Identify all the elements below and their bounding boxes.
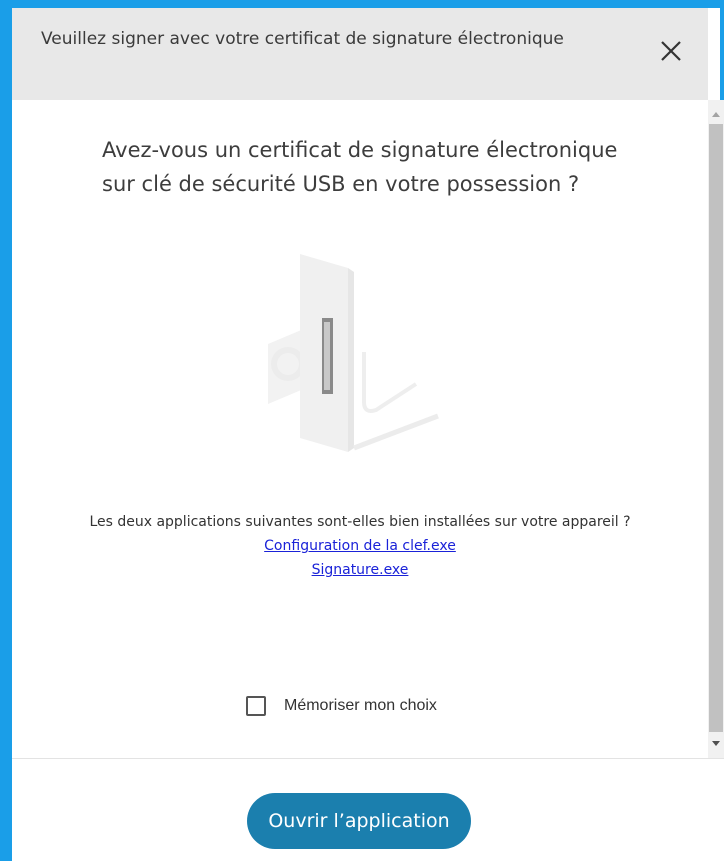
scroll-down-arrow-icon[interactable] xyxy=(712,741,720,746)
open-application-button[interactable]: Ouvrir l’application xyxy=(247,793,471,849)
apps-question: Les deux applications suivantes sont-ell… xyxy=(89,514,631,530)
usb-security-key-icon xyxy=(268,254,439,452)
remember-checkbox[interactable] xyxy=(246,696,266,716)
apps-section: Les deux applications suivantes sont-ell… xyxy=(32,510,688,582)
dialog-header: Veuillez signer avec votre certificat de… xyxy=(12,8,708,100)
vertical-scrollbar[interactable] xyxy=(708,100,724,758)
close-button[interactable] xyxy=(654,34,688,68)
scroll-thumb[interactable] xyxy=(709,124,723,732)
scroll-up-arrow-icon[interactable] xyxy=(712,112,720,117)
certificate-question: Avez-vous un certificat de signature éle… xyxy=(102,138,618,196)
remember-label: Mémoriser mon choix xyxy=(284,697,437,714)
dialog-title: Veuillez signer avec votre certificat de… xyxy=(41,29,564,49)
app-link-signature[interactable]: Signature.exe xyxy=(32,558,688,582)
remember-choice[interactable]: Mémoriser mon choix xyxy=(246,696,437,716)
app-link-configuration[interactable]: Configuration de la clef.exe xyxy=(32,534,688,558)
dialog-body: Avez-vous un certificat de signature éle… xyxy=(12,100,708,758)
close-icon xyxy=(661,41,681,61)
dialog-footer: Ouvrir l’application xyxy=(12,758,724,862)
